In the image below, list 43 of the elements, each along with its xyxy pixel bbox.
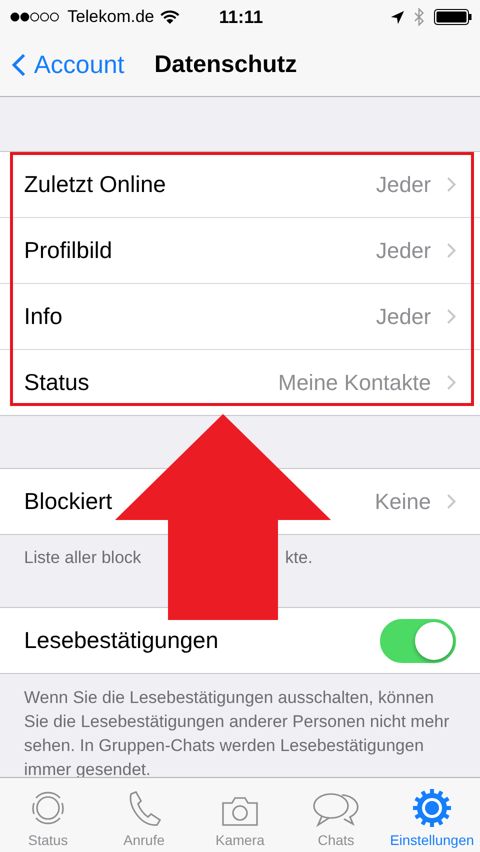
tab[interactable]: Kamera	[192, 778, 288, 852]
battery-icon	[434, 9, 472, 25]
tab[interactable]: Chats	[288, 778, 384, 852]
tab[interactable]: Anrufe	[96, 778, 192, 852]
settings-row[interactable]: Profilbild Jeder	[0, 217, 480, 283]
chevron-icon	[447, 309, 456, 324]
row-value: Keine	[374, 488, 431, 514]
wifi-icon	[160, 10, 180, 24]
carrier-name: Telekom.de	[67, 7, 154, 27]
row-value: Jeder	[376, 238, 431, 264]
bluetooth-icon	[414, 8, 424, 26]
back-button[interactable]: Account	[12, 50, 124, 80]
row-label: Lesebestätigungen	[24, 627, 220, 654]
back-chevron-icon	[12, 53, 26, 77]
row-label: Blockiert	[24, 488, 114, 515]
chevron-icon	[447, 177, 456, 192]
row-value: Jeder	[376, 172, 431, 198]
chat-bubbles-icon	[312, 790, 360, 828]
tab[interactable]: Status	[0, 778, 96, 852]
row-label: Zuletzt Online	[24, 171, 167, 198]
camera-icon	[220, 794, 260, 828]
chevron-icon	[447, 494, 456, 509]
screen-title: Datenschutz	[154, 51, 298, 79]
row-label: Profilbild	[24, 237, 114, 264]
settings-row[interactable]: Info Jeder	[0, 283, 480, 349]
footer-note: Wenn Sie die Lesebestätigungen ausschalten, können Sie die Lesebestätigungen anderer Personen nicht mehr sehen. In Gruppen-Chats werden Lesebestätigungen immer gesendet.	[23, 687, 450, 781]
settings-row[interactable]: Zuletzt Online Jeder	[0, 152, 480, 217]
chevron-icon	[447, 375, 456, 390]
row-label: Status	[24, 369, 90, 396]
row-value: Meine Kontakte	[278, 370, 431, 396]
location-icon	[391, 10, 404, 24]
settings-row[interactable]: Blockiert Keine	[0, 469, 480, 534]
settings-icon	[412, 788, 452, 828]
signal-icon	[10, 12, 62, 22]
footer-note: kte.	[285, 548, 313, 568]
row-label: Info	[24, 303, 64, 330]
clock-time: 11:11	[218, 6, 264, 28]
row-value: Jeder	[376, 304, 431, 330]
toggle-switch[interactable]	[380, 618, 456, 662]
tab[interactable]: Einstellungen	[384, 778, 480, 852]
footer-note: Liste aller block	[24, 548, 142, 568]
settings-row[interactable]: Status Meine Kontakte	[0, 349, 480, 415]
chevron-icon	[447, 243, 456, 258]
